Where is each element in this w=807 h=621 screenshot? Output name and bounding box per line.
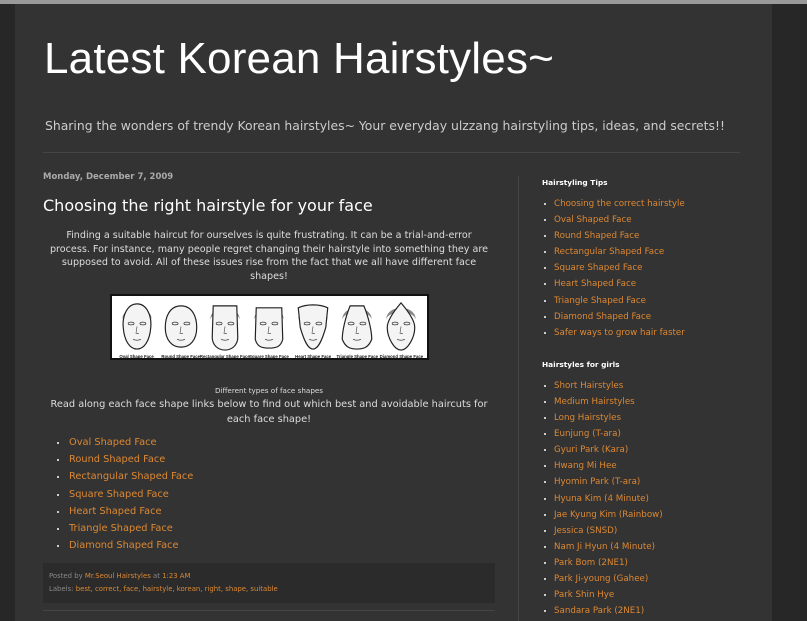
widget-hairstyling-tips: Hairstyling Tips Choosing the correct ha… xyxy=(542,178,752,341)
post-bottom-divider xyxy=(43,610,495,611)
face-oval: Oval Shape Face xyxy=(116,298,158,359)
labels-prefix: Labels: xyxy=(49,585,74,593)
sidebar-link[interactable]: Nam Ji Hyun (4 Minute) xyxy=(544,539,752,555)
sidebar-link[interactable]: Square Shaped Face xyxy=(544,260,752,276)
face-shape-links: Oval Shaped Face Round Shaped Face Recta… xyxy=(43,434,495,554)
sidebar-link[interactable]: Park Bom (2NE1) xyxy=(544,555,752,571)
post-date: Monday, December 7, 2009 xyxy=(43,172,174,182)
posted-by-label: Posted by xyxy=(49,572,83,580)
face-outline-icon xyxy=(121,303,152,350)
sidebar-link[interactable]: Heart Shaped Face xyxy=(544,276,752,292)
sidebar-divider xyxy=(518,176,519,621)
sidebar: Hairstyling Tips Choosing the correct ha… xyxy=(542,178,752,619)
sidebar-link[interactable]: Safer ways to grow hair faster xyxy=(544,325,752,341)
face-heart: Heart Shape Face xyxy=(292,298,334,359)
sidebar-link[interactable]: Eunjung (T-ara) xyxy=(544,426,752,442)
post-labels-line: Labels: best, correct, face, hairstyle, … xyxy=(49,583,489,596)
widget-hairstyles-for-girls: Hairstyles for girls Short Hairstyles Me… xyxy=(542,360,752,619)
sidebar-link[interactable]: Hwang Mi Hee xyxy=(544,458,752,474)
face-round: Round Shape Face xyxy=(160,298,202,359)
face-outline-icon xyxy=(386,302,417,351)
face-label: Rectangular Shape Face xyxy=(199,354,250,359)
sidebar-link[interactable]: Gyuri Park (Kara) xyxy=(544,442,752,458)
sidebar-link[interactable]: Jessica (SNSD) xyxy=(544,523,752,539)
sidebar-link[interactable]: Oval Shaped Face xyxy=(544,212,752,228)
post-link-rectangular[interactable]: Rectangular Shaped Face xyxy=(57,468,495,485)
sidebar-link[interactable]: Triangle Shaped Face xyxy=(544,293,752,309)
header-divider xyxy=(43,152,740,153)
blog-container: Latest Korean Hairstyles~ Sharing the wo… xyxy=(15,4,772,621)
sidebar-link[interactable]: Park Shin Hye xyxy=(544,587,752,603)
face-label: Round Shape Face xyxy=(161,354,201,359)
girls-list: Short Hairstyles Medium Hairstyles Long … xyxy=(542,378,752,619)
post-link-triangle[interactable]: Triangle Shaped Face xyxy=(57,520,495,537)
tips-list: Choosing the correct hairstyle Oval Shap… xyxy=(542,196,752,341)
sidebar-link[interactable]: Hyomin Park (T-ara) xyxy=(544,474,752,490)
face-square: Square Shape Face xyxy=(248,298,290,359)
face-diamond: Diamond Shape Face xyxy=(379,298,424,359)
sidebar-link[interactable]: Sandara Park (2NE1) xyxy=(544,603,752,619)
image-caption: Different types of face shapes xyxy=(214,386,324,395)
post-link-round[interactable]: Round Shaped Face xyxy=(57,451,495,468)
face-label: Triangle Shape Face xyxy=(336,354,379,359)
face-label: Diamond Shape Face xyxy=(379,354,424,359)
post-meta-line: Posted by Mr.Seoul Hairstyles at 1:23 AM xyxy=(49,570,489,583)
face-label: Oval Shape Face xyxy=(119,354,154,359)
post-footer: Posted by Mr.Seoul Hairstyles at 1:23 AM… xyxy=(43,563,495,603)
blog-title[interactable]: Latest Korean Hairstyles~ xyxy=(44,34,554,84)
face-triangle: Triangle Shape Face xyxy=(336,298,379,359)
main-column: Monday, December 7, 2009 Choosing the ri… xyxy=(43,172,495,554)
post-title[interactable]: Choosing the right hairstyle for your fa… xyxy=(43,196,495,215)
sidebar-link[interactable]: Rectangular Shaped Face xyxy=(544,244,752,260)
sidebar-link[interactable]: Short Hairstyles xyxy=(544,378,752,394)
sidebar-link[interactable]: Hyuna Kim (4 Minute) xyxy=(544,491,752,507)
post-time-link[interactable]: 1:23 AM xyxy=(162,572,190,580)
sidebar-link[interactable]: Round Shaped Face xyxy=(544,228,752,244)
post-link-square[interactable]: Square Shaped Face xyxy=(57,486,495,503)
sidebar-link[interactable]: Long Hairstyles xyxy=(544,410,752,426)
sidebar-link[interactable]: Jae Kyung Kim (Rainbow) xyxy=(544,507,752,523)
face-shapes-image[interactable]: Oval Shape Face Round Shape Face Rectang… xyxy=(109,294,429,360)
face-outline-icon xyxy=(297,304,329,350)
face-label: Heart Shape Face xyxy=(295,354,332,359)
face-outline-icon xyxy=(164,305,198,348)
sidebar-link[interactable]: Diamond Shaped Face xyxy=(544,309,752,325)
face-outline-icon xyxy=(341,305,373,350)
author-link[interactable]: Mr.Seoul Hairstyles xyxy=(85,572,151,580)
at-label: at xyxy=(153,572,160,580)
post-labels-links[interactable]: best, correct, face, hairstyle, korean, … xyxy=(76,585,278,593)
widget-title-tips: Hairstyling Tips xyxy=(542,178,608,187)
sidebar-link[interactable]: Park Ji-young (Gahee) xyxy=(544,571,752,587)
blog-description: Sharing the wonders of trendy Korean hai… xyxy=(45,118,725,133)
post-link-oval[interactable]: Oval Shaped Face xyxy=(57,434,495,451)
post-body-text: Finding a suitable haircut for ourselves… xyxy=(49,230,489,282)
face-rectangular: Rectangular Shape Face xyxy=(200,298,250,358)
post-intro-text: Read along each face shape links below t… xyxy=(50,399,488,425)
widget-title-girls: Hairstyles for girls xyxy=(542,359,620,369)
face-outline-icon xyxy=(254,307,284,349)
sidebar-link[interactable]: Choosing the correct hairstyle xyxy=(544,196,752,212)
face-outline-icon xyxy=(210,305,240,351)
sidebar-link[interactable]: Medium Hairstyles xyxy=(544,394,752,410)
face-label: Square Shape Face xyxy=(249,354,289,359)
post-link-diamond[interactable]: Diamond Shaped Face xyxy=(57,537,495,554)
post-link-heart[interactable]: Heart Shaped Face xyxy=(57,503,495,520)
